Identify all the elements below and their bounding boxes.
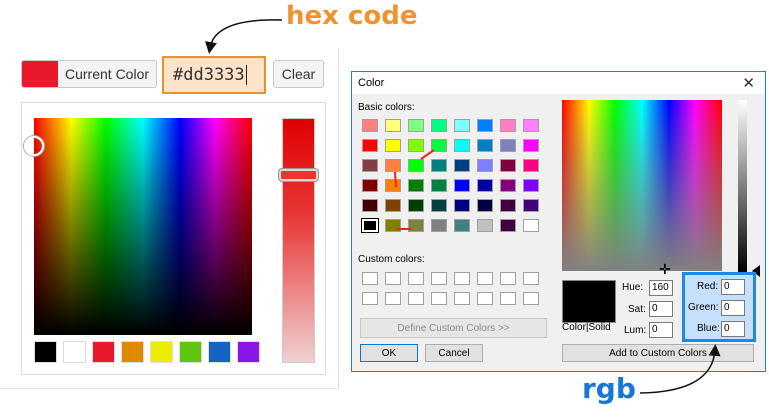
red-annotation-mark [394,171,397,188]
rgb-arrow [639,344,721,394]
red-annotation-mark [420,149,435,160]
hex-arrow [205,19,283,54]
annotation-arrows [205,19,721,394]
